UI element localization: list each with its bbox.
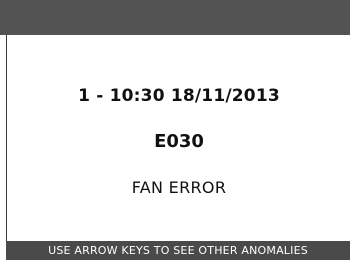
error-description: FAN ERROR bbox=[131, 178, 227, 197]
anomaly-panel: 1 - 10:30 18/11/2013 E030 FAN ERROR bbox=[6, 35, 350, 241]
error-code: E030 bbox=[154, 131, 204, 152]
top-bar bbox=[0, 0, 350, 35]
navigation-hint: USE ARROW KEYS TO SEE OTHER ANOMALIES bbox=[48, 244, 308, 257]
footer-bar: USE ARROW KEYS TO SEE OTHER ANOMALIES bbox=[6, 241, 350, 260]
anomaly-screen: 1 - 10:30 18/11/2013 E030 FAN ERROR USE … bbox=[0, 0, 350, 260]
anomaly-timestamp: 1 - 10:30 18/11/2013 bbox=[78, 86, 280, 106]
anomaly-details: 1 - 10:30 18/11/2013 E030 FAN ERROR bbox=[7, 35, 350, 241]
